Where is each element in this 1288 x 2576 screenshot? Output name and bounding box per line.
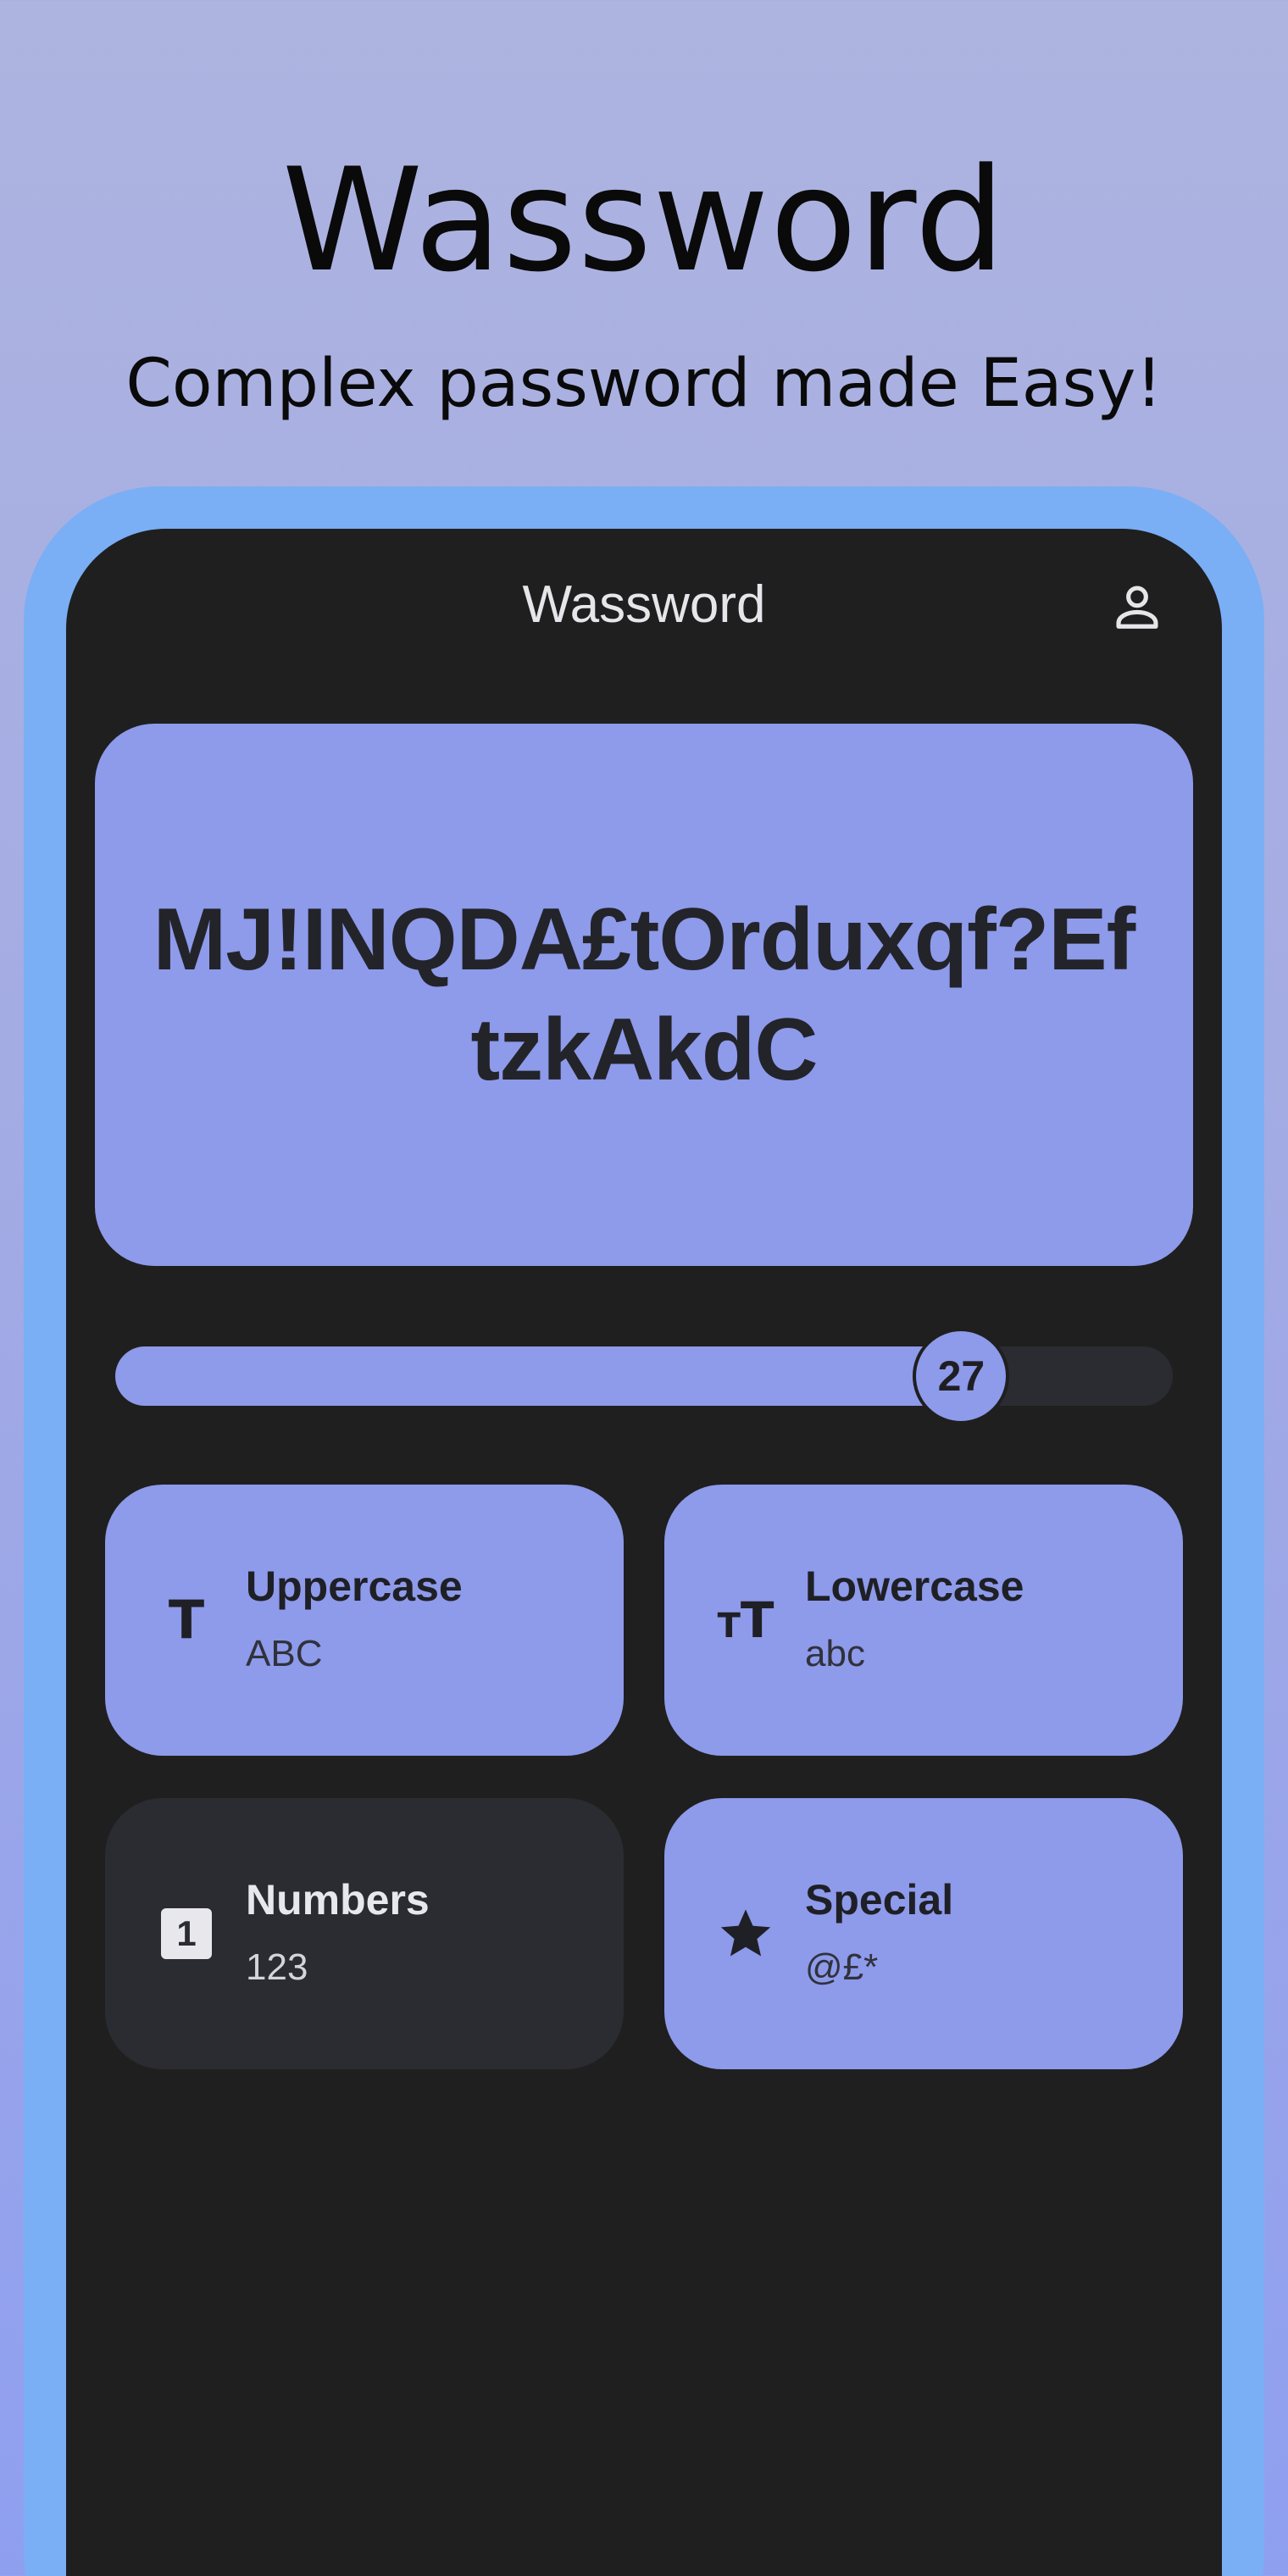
slider-thumb[interactable]: 27: [913, 1328, 1010, 1424]
option-sample: abc: [805, 1633, 865, 1674]
generated-password: MJ!INQDA£tOrduxqf?EftzkAkdC: [153, 891, 1136, 1099]
number-one-box-icon: 1: [151, 1898, 222, 1969]
option-lowercase[interactable]: TT Lowercase abc: [664, 1485, 1183, 1756]
slider-fill: [115, 1346, 962, 1406]
hero-title: Wassword: [281, 137, 1007, 303]
hero-subtitle: Complex password made Easy!: [125, 346, 1163, 422]
option-label: Special: [805, 1876, 954, 1924]
option-label: Numbers: [246, 1876, 430, 1924]
text-size-icon: TT: [717, 1591, 774, 1649]
option-label: Uppercase: [246, 1563, 463, 1610]
option-numbers[interactable]: 1 Numbers 123: [105, 1798, 624, 2069]
person-outline-icon: [1116, 586, 1158, 629]
phone-screen: Wassword MJ!INQDA£tOrduxqf?EftzkAkdC 27 …: [66, 529, 1222, 2576]
star-icon: [710, 1898, 781, 1969]
uppercase-t-icon: T: [168, 1589, 205, 1651]
option-sample: ABC: [246, 1633, 323, 1674]
option-label: Lowercase: [805, 1563, 1024, 1610]
option-sample: 123: [246, 1946, 308, 1988]
profile-button[interactable]: [1103, 573, 1171, 641]
option-special[interactable]: Special @£*: [664, 1798, 1183, 2069]
option-uppercase[interactable]: T Uppercase ABC: [105, 1485, 624, 1756]
password-card[interactable]: MJ!INQDA£tOrduxqf?EftzkAkdC: [95, 724, 1193, 1266]
length-slider[interactable]: 27: [115, 1328, 1173, 1424]
option-sample: @£*: [805, 1946, 879, 1988]
app-bar-title: Wassword: [522, 575, 766, 634]
slider-value: 27: [937, 1352, 985, 1400]
